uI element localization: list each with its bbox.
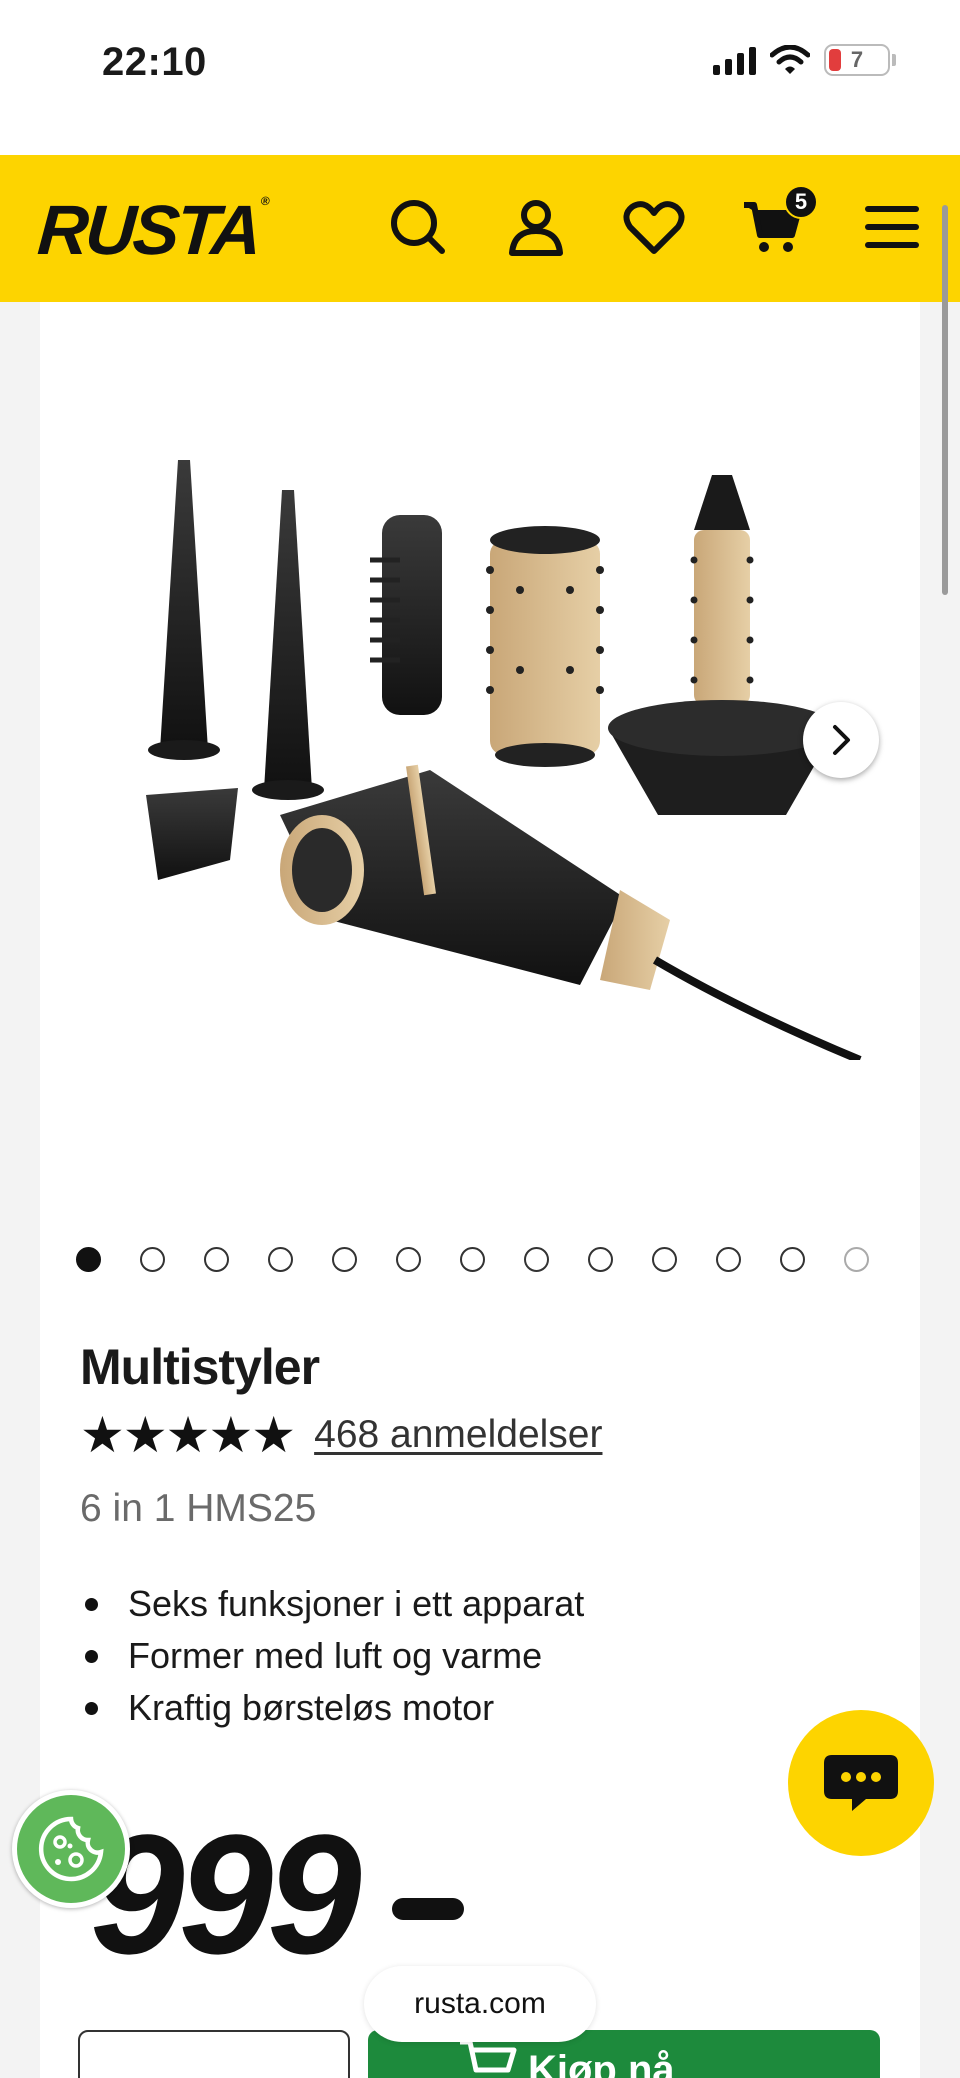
gallery-dot[interactable]: [140, 1247, 165, 1272]
page-scrollbar[interactable]: [942, 205, 948, 595]
gallery-next-button[interactable]: [803, 702, 879, 778]
reviews-link[interactable]: 468 anmeldelser: [314, 1413, 602, 1457]
product-title: Multistyler: [80, 1339, 320, 1395]
wishlist-heart-icon[interactable]: [622, 195, 686, 259]
battery-level: 7: [850, 47, 864, 72]
price-dash: [392, 1898, 464, 1920]
product-model: 6 in 1 HMS25: [80, 1487, 317, 1530]
cookie-icon: [38, 1816, 104, 1882]
gallery-dot[interactable]: [588, 1247, 613, 1272]
feature-item: Former med luft og varme: [80, 1630, 584, 1682]
gallery-dot[interactable]: [652, 1247, 677, 1272]
wifi-icon: [770, 45, 810, 74]
chevron-right-icon: [833, 725, 850, 755]
gallery-dot[interactable]: [204, 1247, 229, 1272]
product-features-list: Seks funksjoner i ett apparat Former med…: [80, 1578, 584, 1734]
cookie-settings-button[interactable]: [12, 1790, 130, 1908]
chat-button[interactable]: [788, 1710, 934, 1856]
search-icon[interactable]: [386, 195, 450, 259]
rating-stars-icon: ★★★★★: [80, 1407, 296, 1463]
menu-hamburger-icon[interactable]: [860, 195, 924, 259]
product-image[interactable]: [60, 420, 880, 1060]
rusta-logo[interactable]: RUSTA®: [35, 191, 270, 269]
battery-icon: 7: [824, 44, 890, 76]
feature-item: Kraftig børsteløs motor: [80, 1682, 584, 1734]
status-bar: 22:10 7: [0, 0, 960, 155]
gallery-dot[interactable]: [76, 1247, 101, 1272]
gallery-dot[interactable]: [780, 1247, 805, 1272]
site-header: RUSTA® 5: [0, 155, 960, 302]
gallery-dot[interactable]: [460, 1247, 485, 1272]
gallery-dot[interactable]: [716, 1247, 741, 1272]
feature-item: Seks funksjoner i ett apparat: [80, 1578, 584, 1630]
status-icons: 7: [713, 44, 896, 76]
chat-bubble-icon: [824, 1755, 898, 1811]
browser-url-pill[interactable]: rusta.com: [364, 1966, 596, 2042]
gallery-dot[interactable]: [396, 1247, 421, 1272]
logo-text: RUSTA: [35, 191, 262, 269]
gallery-dot[interactable]: [844, 1247, 869, 1272]
status-time: 22:10: [102, 40, 207, 84]
gallery-dot[interactable]: [268, 1247, 293, 1272]
product-price: 999: [90, 1800, 362, 1990]
cart-icon: [460, 2039, 517, 2073]
product-rating: ★★★★★ 468 anmeldelser: [80, 1410, 602, 1460]
gallery-pagination-dots: [76, 1247, 869, 1272]
buy-button-label: Kjøp nå: [528, 2047, 675, 2078]
account-icon[interactable]: [504, 195, 568, 259]
cellular-signal-icon: [713, 45, 756, 75]
gallery-dot[interactable]: [524, 1247, 549, 1272]
quantity-stepper[interactable]: [78, 2030, 350, 2078]
gallery-dot[interactable]: [332, 1247, 357, 1272]
cart-count-badge: 5: [784, 185, 818, 219]
